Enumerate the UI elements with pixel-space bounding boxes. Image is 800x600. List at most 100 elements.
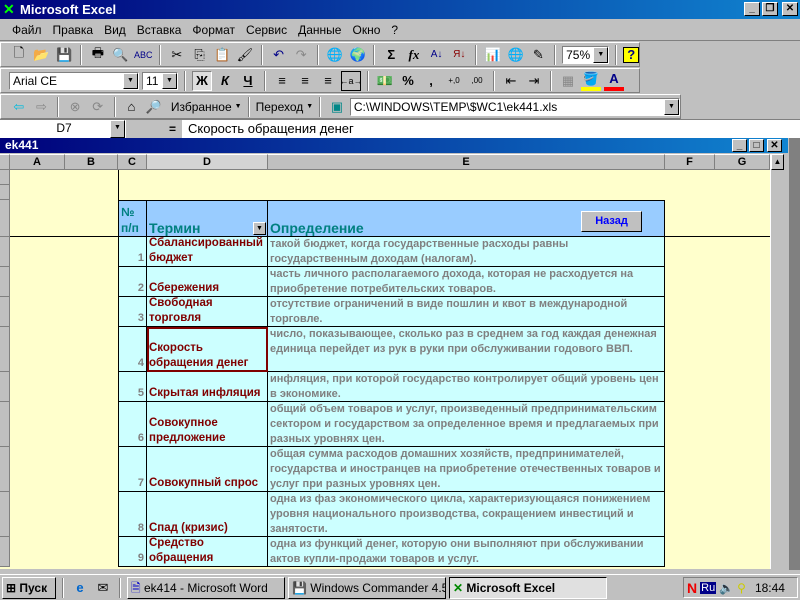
row-number-cell[interactable]: 1 <box>118 237 147 267</box>
autosum-icon[interactable]: Σ <box>381 45 401 65</box>
col-header-a[interactable]: A <box>10 154 65 170</box>
menu-help[interactable]: ? <box>391 23 398 37</box>
volume-icon[interactable]: 🔈 <box>719 581 734 595</box>
definition-cell[interactable]: число, показывающее, сколько раз в средн… <box>268 327 665 372</box>
network-icon[interactable]: ⚲ <box>737 581 746 595</box>
search-web-icon[interactable]: 🔎 <box>144 97 164 117</box>
font-select[interactable]: Arial CE ▼ <box>9 71 139 90</box>
row-header[interactable] <box>0 297 10 327</box>
undo-icon[interactable]: ↶ <box>269 45 289 65</box>
show-only-web-toolbar-icon[interactable]: ▣ <box>327 97 347 117</box>
font-size-select[interactable]: 11 ▼ <box>142 71 178 90</box>
row-number-cell[interactable]: 2 <box>118 267 147 297</box>
row-header[interactable] <box>0 537 10 567</box>
definition-cell[interactable]: отсутствие ограничений в виде пошлин и к… <box>268 297 665 327</box>
workbook-minimize-button[interactable]: _ <box>732 139 747 152</box>
print-preview-icon[interactable]: 🔍 <box>111 45 131 65</box>
new-icon[interactable]: 🗋 <box>9 45 29 65</box>
menu-window[interactable]: Окно <box>352 23 380 37</box>
taskbar-item-word[interactable]: 🗎 ek414 - Microsoft Word <box>127 576 285 599</box>
copy-icon[interactable]: ⎘ <box>190 45 210 65</box>
back-button[interactable]: Назад <box>581 211 642 232</box>
spreadsheet-grid[interactable]: A B C D E F G № п/п Термин ▼ Определение … <box>0 154 770 569</box>
row-number-cell[interactable]: 3 <box>118 297 147 327</box>
borders-icon[interactable]: ▦ <box>558 71 578 91</box>
close-button[interactable]: ✕ <box>782 2 798 16</box>
chart-wizard-icon[interactable]: 📊 <box>483 45 503 65</box>
decrease-indent-icon[interactable]: ⇤ <box>501 71 521 91</box>
term-cell[interactable]: Скорость обращения денег <box>147 327 268 372</box>
col-header-e[interactable]: E <box>268 154 665 170</box>
back-arrow-icon[interactable]: ⇦ <box>9 97 29 117</box>
fill-color-icon[interactable]: 🪣 <box>581 71 601 91</box>
norton-icon[interactable]: N <box>687 580 697 596</box>
menu-view[interactable]: Вид <box>104 23 126 37</box>
save-icon[interactable]: 💾 <box>54 45 74 65</box>
sort-desc-icon[interactable]: Я↓ <box>449 45 469 65</box>
sort-asc-icon[interactable]: A↓ <box>427 45 447 65</box>
open-icon[interactable]: 📂 <box>32 45 52 65</box>
term-cell[interactable]: Скрытая инфляция <box>147 372 268 402</box>
definition-cell[interactable]: одна из функций денег, которую они выпол… <box>268 537 665 567</box>
workbook-maximize-button[interactable]: □ <box>749 139 764 152</box>
row-header[interactable] <box>0 267 10 297</box>
menu-edit[interactable]: Правка <box>53 23 94 37</box>
address-input[interactable]: C:\WINDOWS\TEMP\$WC1\ek441.xls ▼ <box>349 97 680 116</box>
hyperlink-icon[interactable]: 🌐 <box>325 45 345 65</box>
row-number-cell[interactable]: 8 <box>118 492 147 537</box>
vertical-scrollbar[interactable]: ▲ <box>770 154 784 569</box>
decrease-decimal-icon[interactable]: ,00 <box>467 71 487 91</box>
function-icon[interactable]: fx <box>404 45 424 65</box>
definition-cell[interactable]: такой бюджет, когда государственные расх… <box>268 237 665 267</box>
favorites-menu[interactable]: Избранное <box>171 100 232 114</box>
menu-tools[interactable]: Сервис <box>246 23 287 37</box>
row-number-cell[interactable]: 9 <box>118 537 147 567</box>
italic-button[interactable]: К <box>215 71 235 91</box>
term-cell[interactable]: Сбережения <box>147 267 268 297</box>
term-cell[interactable]: Свободная торговля <box>147 297 268 327</box>
col-header-f[interactable]: F <box>665 154 715 170</box>
term-cell[interactable]: Сбалансированный бюджет <box>147 237 268 267</box>
cut-icon[interactable]: ✂ <box>167 45 187 65</box>
menu-file[interactable]: Файл <box>12 23 42 37</box>
row-header[interactable] <box>0 492 10 537</box>
term-cell[interactable]: Совокупный спрос <box>147 447 268 492</box>
term-cell[interactable]: Спад (кризис) <box>147 492 268 537</box>
stop-icon[interactable]: ⊗ <box>65 97 85 117</box>
increase-indent-icon[interactable]: ⇥ <box>524 71 544 91</box>
menu-format[interactable]: Формат <box>192 23 235 37</box>
col-header-d[interactable]: D <box>147 154 268 170</box>
currency-icon[interactable]: 💵 <box>375 71 395 91</box>
row-header[interactable] <box>0 402 10 447</box>
comma-button[interactable]: , <box>421 71 441 91</box>
help-icon[interactable]: ? <box>623 46 640 63</box>
go-menu[interactable]: Переход <box>256 100 304 114</box>
select-all[interactable] <box>0 154 10 170</box>
zoom-select[interactable]: 75% ▼ <box>562 45 610 64</box>
map-icon[interactable]: 🌐 <box>506 45 526 65</box>
spelling-icon[interactable]: ABC <box>133 45 153 65</box>
row-number-cell[interactable]: 7 <box>118 447 147 492</box>
definition-cell[interactable]: часть личного располагаемого дохода, кот… <box>268 267 665 297</box>
definition-cell[interactable]: инфляция, при которой государство контро… <box>268 372 665 402</box>
row-header[interactable] <box>0 170 10 185</box>
col-header-c[interactable]: C <box>118 154 147 170</box>
bold-button[interactable]: Ж <box>192 70 212 91</box>
menu-insert[interactable]: Вставка <box>137 23 182 37</box>
forward-arrow-icon[interactable]: ⇨ <box>32 97 52 117</box>
row-number-cell[interactable]: 5 <box>118 372 147 402</box>
taskbar-item-windows-commander[interactable]: 💾 Windows Commander 4.51... <box>288 576 446 599</box>
autofilter-dropdown-icon[interactable]: ▼ <box>253 222 266 235</box>
row-header[interactable] <box>0 447 10 492</box>
redo-icon[interactable]: ↷ <box>291 45 311 65</box>
outlook-icon[interactable]: ✉ <box>93 578 113 598</box>
name-box[interactable]: D7 ▼ <box>0 120 125 138</box>
chevron-down-icon[interactable]: ▼ <box>110 120 125 138</box>
taskbar-item-excel[interactable]: ✕ Microsoft Excel <box>449 576 607 599</box>
row-header[interactable] <box>0 237 10 267</box>
row-number-cell[interactable]: 6 <box>118 402 147 447</box>
paste-icon[interactable]: 📋 <box>212 45 232 65</box>
row-header[interactable] <box>0 185 10 200</box>
definition-cell[interactable]: общая сумма расходов домашних хозяйств, … <box>268 447 665 492</box>
definition-cell[interactable]: общий объем товаров и услуг, произведенн… <box>268 402 665 447</box>
